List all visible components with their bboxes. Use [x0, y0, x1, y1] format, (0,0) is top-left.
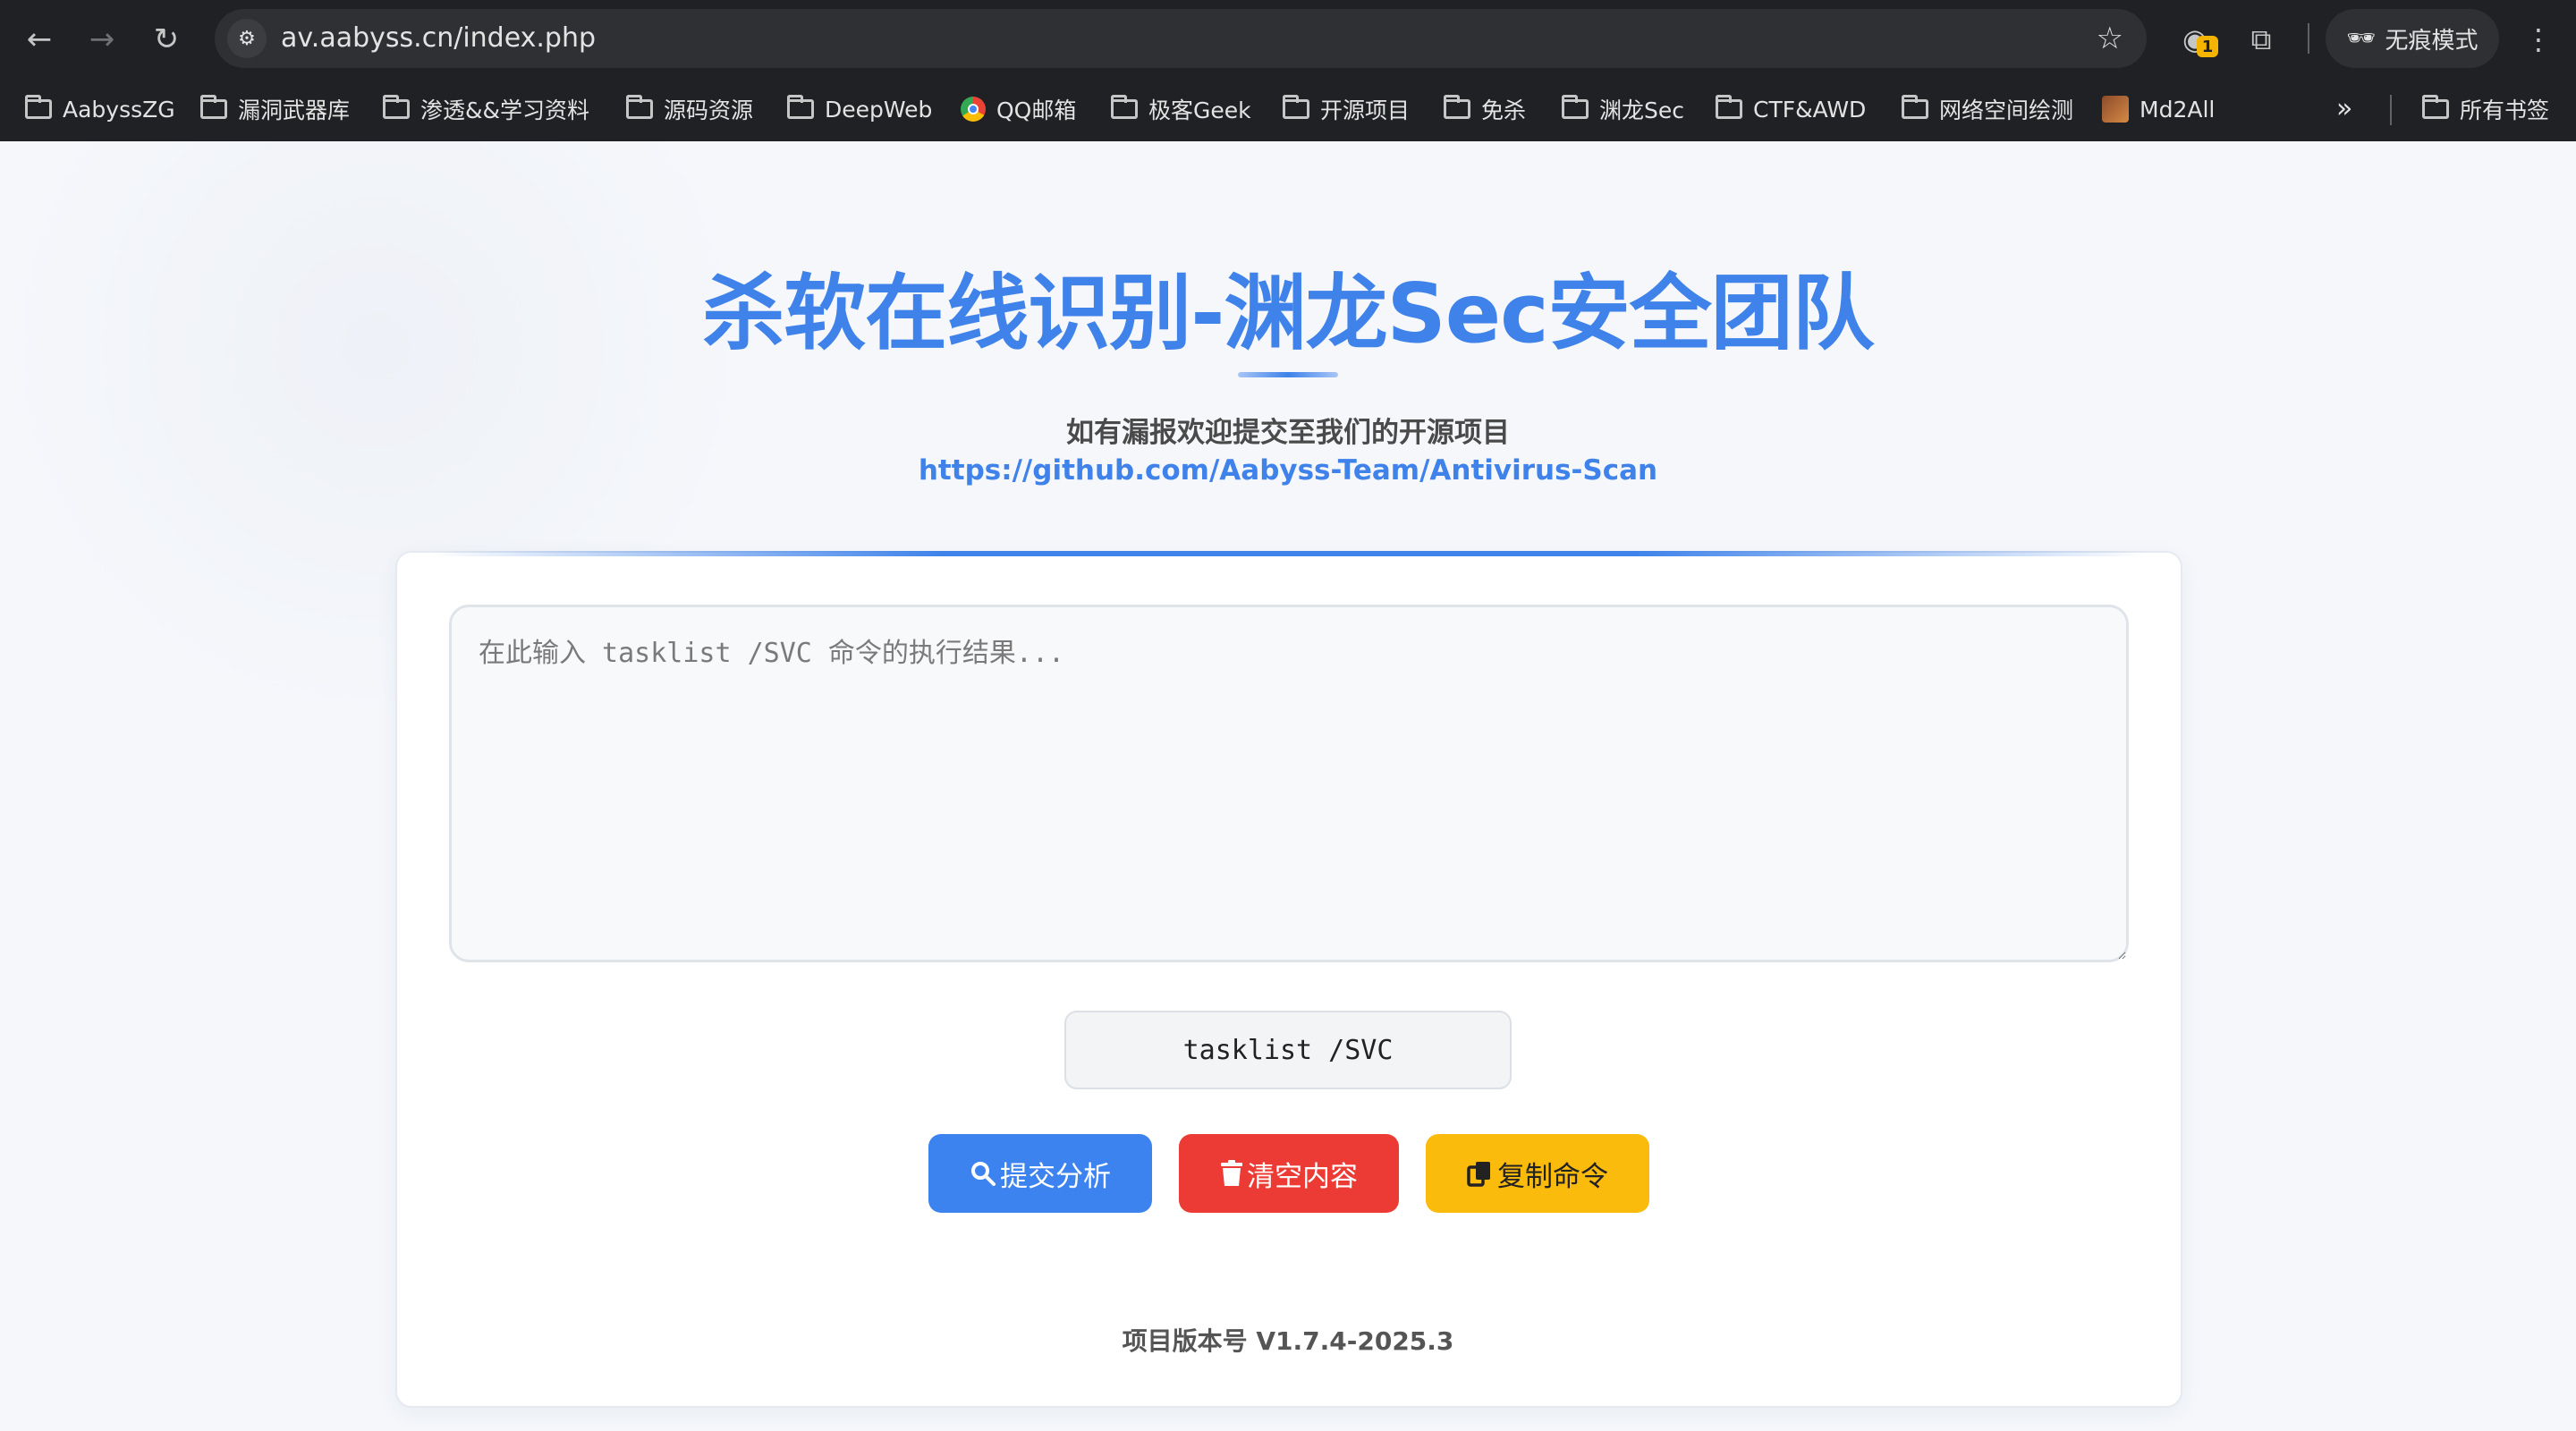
site-settings-icon[interactable]: ⚙: [227, 19, 267, 58]
extension-badge: 1: [2197, 36, 2218, 57]
folder-icon: [1716, 95, 1742, 119]
address-url[interactable]: av.aabyss.cn/index.php: [281, 9, 596, 68]
bookmarks-divider: [2390, 95, 2392, 125]
extensions-puzzle-icon[interactable]: ⧉: [2240, 18, 2283, 61]
folder-icon: [383, 95, 410, 119]
bookmark-item[interactable]: 网络空间绘测: [1902, 77, 2073, 141]
toolbar-divider: [2308, 23, 2309, 54]
copy-icon: [1467, 1162, 1490, 1187]
bookmark-label: QQ邮箱: [996, 97, 1077, 123]
bookmark-item[interactable]: QQ邮箱: [961, 77, 1076, 141]
bookmark-item[interactable]: CTF&AWD: [1716, 77, 1866, 141]
bookmark-label: DeepWeb: [825, 96, 933, 123]
bookmark-item[interactable]: 源码资源: [626, 77, 753, 141]
bookmark-label: 漏洞武器库: [238, 97, 351, 123]
reload-icon[interactable]: ↻: [145, 18, 188, 61]
bookmark-label: 源码资源: [664, 97, 754, 123]
bookmark-item[interactable]: 开源项目: [1283, 77, 1410, 141]
title-underline: [1238, 372, 1338, 377]
folder-icon: [1562, 95, 1589, 119]
bookmark-label: AabyssZG: [63, 96, 175, 123]
folder-icon: [200, 95, 227, 119]
bookmark-label: 渗透&&学习资料: [420, 97, 589, 123]
github-repo-link[interactable]: https://github.com/Aabyss-Team/Antivirus…: [0, 454, 2576, 487]
trash-icon: [1221, 1160, 1242, 1186]
copy-command-button[interactable]: 复制命令: [1426, 1134, 1649, 1213]
folder-icon: [626, 95, 653, 119]
bookmark-label: 网络空间绘测: [1939, 97, 2074, 123]
incognito-indicator[interactable]: 🕶 无痕模式: [2326, 9, 2499, 68]
bookmark-label: 免杀: [1481, 97, 1527, 123]
page-subtitle: 如有漏报欢迎提交至我们的开源项目: [1066, 417, 1510, 449]
bookmark-item[interactable]: AabyssZG: [25, 77, 175, 141]
incognito-label: 无痕模式: [2385, 27, 2479, 55]
bookmarks-bar: AabyssZG 漏洞武器库 渗透&&学习资料 源码资源 DeepWeb QQ邮…: [0, 77, 2576, 141]
bookmark-item[interactable]: 渗透&&学习资料: [383, 77, 589, 141]
bookmark-item[interactable]: 免杀: [1444, 77, 1526, 141]
bookmark-item[interactable]: 漏洞武器库: [200, 77, 350, 141]
bookmark-item[interactable]: DeepWeb: [787, 77, 932, 141]
folder-icon: [787, 95, 814, 119]
back-arrow-icon[interactable]: ←: [18, 18, 61, 61]
more-bookmarks-chevron-icon[interactable]: »: [2336, 77, 2352, 141]
address-bar[interactable]: ⚙ av.aabyss.cn/index.php ☆: [215, 9, 2147, 68]
all-bookmarks-label: 所有书签: [2460, 97, 2550, 123]
bookmark-label: Md2All: [2140, 96, 2216, 123]
version-text: 项目版本号 V1.7.4-2025.3: [1122, 1326, 1454, 1356]
copy-label: 复制命令: [1497, 1160, 1608, 1193]
folder-icon: [2422, 95, 2449, 119]
folder-icon: [1283, 95, 1309, 119]
submit-analysis-button[interactable]: 提交分析: [928, 1134, 1152, 1213]
menu-kebab-icon[interactable]: ⋮: [2521, 18, 2556, 61]
folder-icon: [1111, 95, 1138, 119]
submit-label: 提交分析: [1000, 1160, 1111, 1193]
folder-icon: [1902, 95, 1928, 119]
tasklist-output-input[interactable]: [449, 605, 2129, 962]
bookmark-star-icon[interactable]: ☆: [2097, 9, 2123, 68]
command-display[interactable]: tasklist /SVC: [1064, 1011, 1512, 1089]
folder-icon: [1444, 95, 1470, 119]
md2all-icon: [2102, 96, 2129, 123]
bookmark-label: 极客Geek: [1148, 97, 1251, 123]
bookmark-item[interactable]: 渊龙Sec: [1562, 77, 1684, 141]
bookmark-label: CTF&AWD: [1753, 96, 1867, 123]
folder-icon: [25, 95, 52, 119]
search-icon: [971, 1162, 996, 1186]
bookmark-item[interactable]: Md2All: [2102, 77, 2215, 141]
incognito-icon: 🕶: [2346, 25, 2377, 52]
qq-mail-icon: [961, 97, 986, 122]
bookmark-label: 开源项目: [1320, 97, 1411, 123]
page-body: 杀软在线识别-渊龙Sec安全团队 如有漏报欢迎提交至我们的开源项目 https:…: [0, 141, 2576, 1431]
clear-label: 清空内容: [1247, 1160, 1358, 1193]
card-accent-bar: [431, 551, 2147, 556]
all-bookmarks-item[interactable]: 所有书签: [2422, 77, 2549, 141]
clear-content-button[interactable]: 清空内容: [1179, 1134, 1399, 1213]
browser-toolbar: ← → ↻ ⚙ av.aabyss.cn/index.php ☆ ◉ 1 ⧉ 🕶…: [0, 0, 2576, 77]
forward-arrow-icon[interactable]: →: [80, 18, 123, 61]
page-title: 杀软在线识别-渊龙Sec安全团队: [702, 266, 1874, 361]
bookmark-item[interactable]: 极客Geek: [1111, 77, 1251, 141]
bookmark-label: 渊龙Sec: [1599, 97, 1684, 123]
